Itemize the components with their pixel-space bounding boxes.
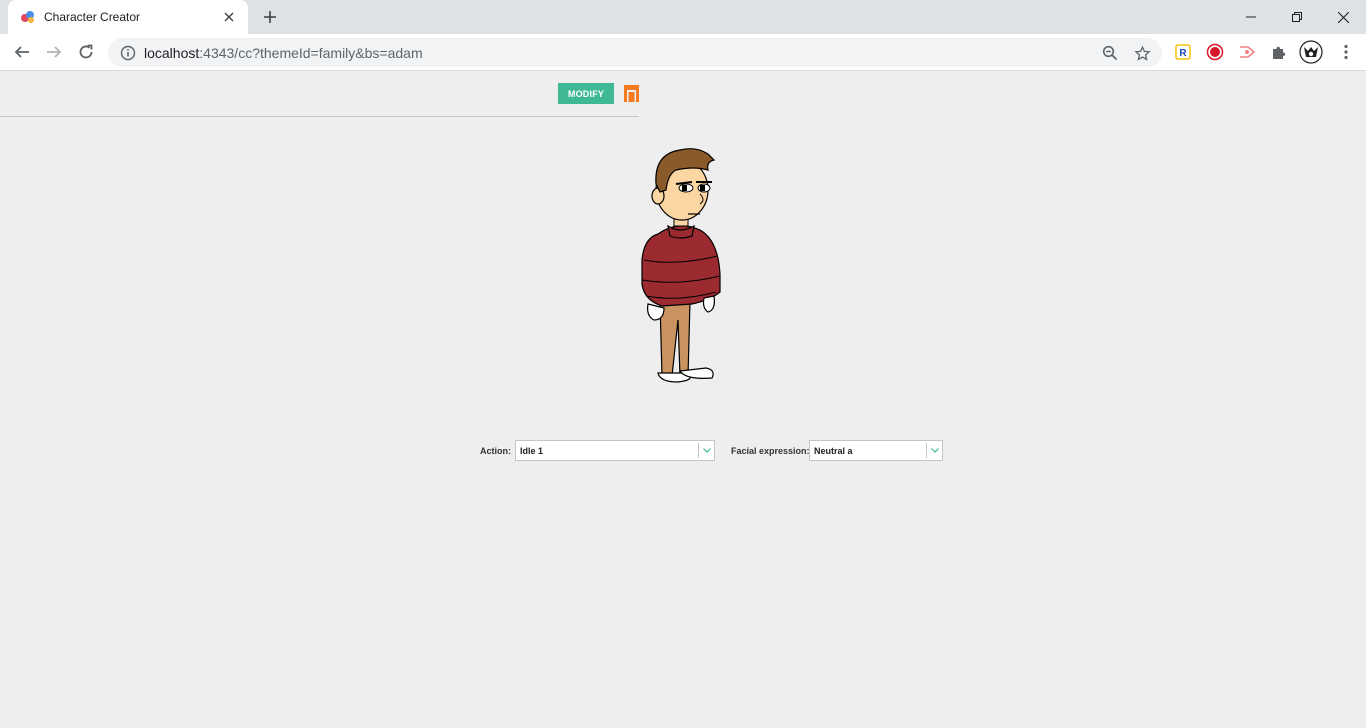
browser-tab[interactable]: Character Creator — [8, 0, 248, 34]
svg-text:R: R — [1179, 48, 1187, 59]
cast-icon[interactable] — [1234, 38, 1260, 66]
tab-title: Character Creator — [44, 10, 141, 24]
page-content: MODIFY Action: Idle 1 Facial expression:… — [0, 72, 1366, 728]
extensions-area: R — [1170, 38, 1324, 66]
chevron-down-icon — [926, 443, 942, 458]
facial-expression-value: Neutral a — [814, 445, 853, 456]
zoom-icon[interactable] — [1098, 41, 1122, 65]
creator-top-bar: MODIFY — [0, 72, 639, 117]
new-tab-icon[interactable] — [258, 6, 282, 28]
action-value: Idle 1 — [520, 445, 544, 456]
restore-icon[interactable] — [1274, 0, 1320, 34]
minimize-icon[interactable] — [1228, 0, 1274, 34]
url-text: localhost:4343/cc?themeId=family&bs=adam — [144, 45, 423, 61]
facial-expression-select[interactable]: Neutral a — [809, 440, 943, 461]
action-label: Action: — [480, 446, 511, 456]
modify-button[interactable]: MODIFY — [558, 83, 614, 104]
store-icon[interactable] — [624, 85, 639, 102]
url-host: localhost — [144, 44, 200, 61]
r-extension-icon[interactable]: R — [1170, 38, 1196, 66]
character-preview — [641, 148, 721, 383]
site-info-icon[interactable] — [120, 45, 136, 61]
window-controls — [1228, 0, 1366, 34]
close-window-icon[interactable] — [1320, 0, 1366, 34]
tab-strip: Character Creator — [0, 0, 1366, 34]
character-creator-favicon — [21, 11, 34, 23]
character-controls: Action: Idle 1 Facial expression: Neutra… — [0, 440, 1366, 462]
browser-toolbar: localhost:4343/cc?themeId=family&bs=adam… — [0, 34, 1366, 71]
reload-icon[interactable] — [72, 38, 100, 66]
profile-avatar[interactable] — [1298, 38, 1324, 66]
browser-menu-icon[interactable] — [1334, 38, 1358, 66]
puzzle-icon[interactable] — [1266, 38, 1292, 66]
url-path: :4343/cc?themeId=family&bs=adam — [199, 44, 423, 61]
facial-expression-label: Facial expression: — [731, 446, 810, 456]
close-tab-icon[interactable] — [220, 8, 238, 26]
address-bar[interactable]: localhost:4343/cc?themeId=family&bs=adam — [108, 38, 1162, 67]
chevron-down-icon — [698, 443, 714, 458]
forward-icon[interactable] — [40, 38, 68, 66]
back-icon[interactable] — [8, 38, 36, 66]
action-select[interactable]: Idle 1 — [515, 440, 715, 461]
bookmark-star-icon[interactable] — [1130, 41, 1154, 65]
record-icon[interactable] — [1202, 38, 1228, 66]
